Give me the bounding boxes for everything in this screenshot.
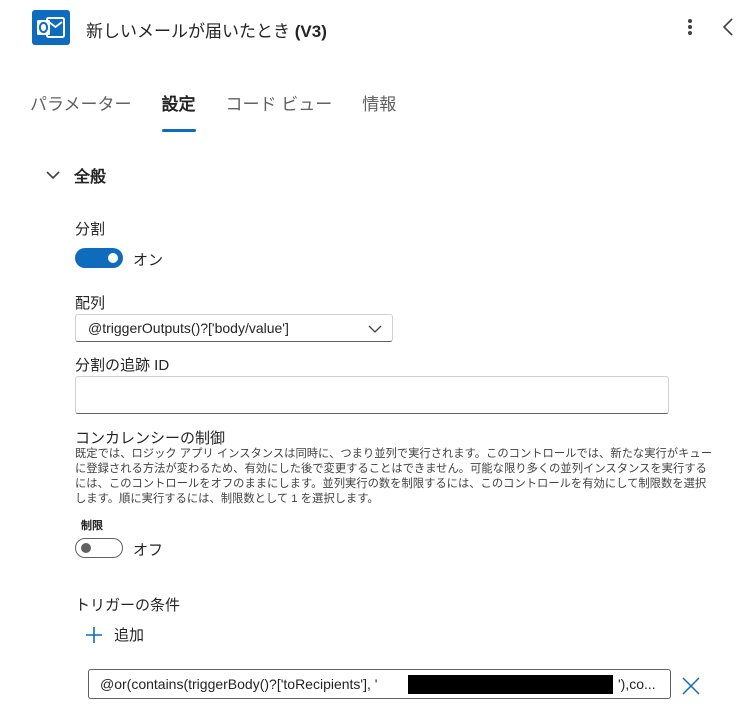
split-tracking-id-label: 分割の追跡 ID — [75, 357, 170, 374]
plus-icon — [86, 626, 102, 643]
array-dropdown-value: @triggerOutputs()?['body/value'] — [88, 320, 289, 336]
split-tracking-id-input[interactable] — [75, 376, 669, 414]
general-section-toggle[interactable]: 全般 — [44, 163, 106, 187]
panel-title-version: (V3) — [294, 22, 327, 41]
chevron-down-icon — [368, 325, 382, 333]
redacted-block — [408, 675, 613, 694]
tab-about[interactable]: 情報 — [362, 92, 396, 132]
array-label: 配列 — [75, 295, 106, 312]
tab-parameters[interactable]: パラメーター — [30, 92, 132, 132]
outlook-icon — [32, 10, 70, 45]
tab-code-view[interactable]: コード ビュー — [226, 92, 333, 132]
add-condition-button[interactable]: 追加 — [84, 624, 144, 645]
panel-title: 新しいメールが届いたとき (V3) — [86, 17, 327, 42]
chevron-left-icon[interactable] — [718, 14, 738, 40]
add-condition-label: 追加 — [114, 627, 145, 644]
split-toggle[interactable] — [75, 248, 123, 268]
tab-settings[interactable]: 設定 — [161, 92, 196, 132]
trigger-conditions-label: トリガーの条件 — [75, 597, 181, 614]
trigger-condition-value: @or(contains(triggerBody()?['toRecipient… — [100, 676, 378, 692]
more-vertical-icon[interactable] — [682, 14, 698, 40]
trigger-condition-tail: '),co... — [618, 676, 656, 692]
limit-toggle[interactable] — [75, 538, 123, 558]
trigger-condition-input[interactable]: @or(contains(triggerBody()?['toRecipient… — [88, 669, 671, 699]
concurrency-label: コンカレンシーの制御 — [75, 430, 226, 447]
general-section-label: 全般 — [74, 169, 107, 186]
delete-condition-icon[interactable] — [681, 676, 701, 696]
split-label: 分割 — [75, 221, 106, 238]
toggle-knob — [108, 253, 118, 263]
array-dropdown[interactable]: @triggerOutputs()?['body/value'] — [75, 314, 393, 342]
split-toggle-state: オン — [133, 252, 164, 269]
panel-header: 新しいメールが届いたとき (V3) — [0, 0, 745, 56]
chevron-down-icon — [46, 171, 60, 180]
toggle-knob — [81, 543, 91, 553]
concurrency-description: 既定では、ロジック アプリ インスタンスは同時に、つまり並列で実行されます。この… — [75, 448, 712, 505]
limit-toggle-state: オフ — [133, 542, 164, 559]
panel-title-main: 新しいメールが届いたとき — [86, 22, 295, 41]
tab-bar: パラメーター 設定 コード ビュー 情報 — [30, 92, 426, 132]
limit-label: 制限 — [81, 520, 103, 532]
